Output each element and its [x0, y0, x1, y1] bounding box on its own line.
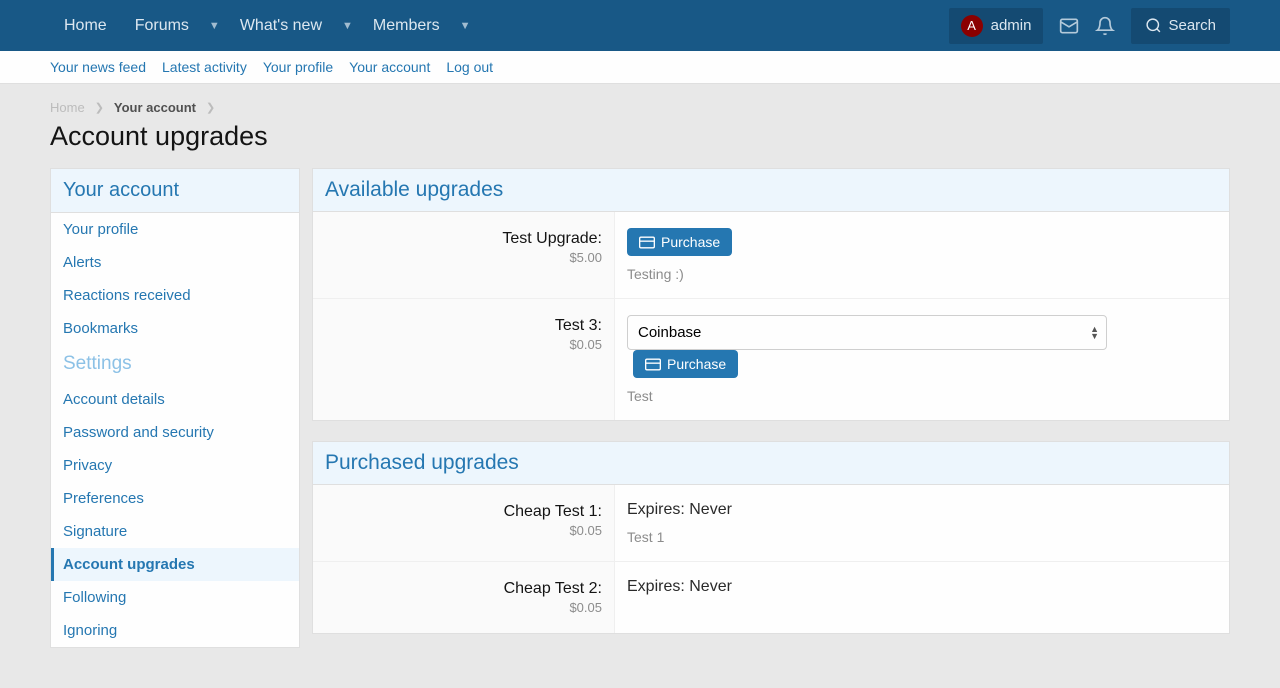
mail-icon[interactable]	[1051, 8, 1087, 44]
crumb-account[interactable]: Your account	[114, 100, 196, 115]
purchased-row: Cheap Test 1: $0.05 Expires: Never Test …	[313, 485, 1229, 562]
side-reactions[interactable]: Reactions received	[51, 279, 299, 312]
subnav-account[interactable]: Your account	[349, 59, 430, 75]
bell-icon[interactable]	[1087, 8, 1123, 44]
side-account-details[interactable]: Account details	[51, 383, 299, 416]
purchase-label: Purchase	[667, 356, 726, 372]
subnav: Your news feed Latest activity Your prof…	[0, 51, 1280, 84]
row-right: Coinbase ▲▼ Purchase Test	[615, 299, 1229, 420]
crumb-home[interactable]: Home	[50, 100, 85, 115]
sidebar-section-settings: Settings	[51, 345, 299, 383]
sidebar-header: Your account	[51, 169, 299, 213]
purchase-button[interactable]: Purchase	[633, 350, 738, 378]
side-signature[interactable]: Signature	[51, 515, 299, 548]
search-icon	[1145, 17, 1162, 34]
purchased-row: Cheap Test 2: $0.05 Expires: Never	[313, 562, 1229, 633]
upgrade-title: Test 3:	[325, 317, 602, 335]
side-following[interactable]: Following	[51, 581, 299, 614]
available-header: Available upgrades	[313, 169, 1229, 212]
upgrade-price: $0.05	[325, 337, 602, 352]
upgrade-row: Test Upgrade: $5.00 Purchase Testing :)	[313, 212, 1229, 299]
expires-text: Expires: Never	[627, 578, 1217, 596]
card-icon	[645, 358, 661, 371]
payment-select-wrap: Coinbase ▲▼	[627, 315, 1107, 350]
side-alerts[interactable]: Alerts	[51, 246, 299, 279]
layout: Your account Your profile Alerts Reactio…	[50, 168, 1230, 648]
side-password[interactable]: Password and security	[51, 416, 299, 449]
side-privacy[interactable]: Privacy	[51, 449, 299, 482]
nav-forums[interactable]: Forums	[121, 0, 203, 51]
card-icon	[639, 236, 655, 249]
row-left: Cheap Test 1: $0.05	[313, 485, 615, 561]
row-left: Test 3: $0.05	[313, 299, 615, 420]
upgrade-title: Test Upgrade:	[325, 230, 602, 248]
purchase-label: Purchase	[661, 234, 720, 250]
chevron-down-icon[interactable]: ▼	[454, 20, 477, 32]
upgrade-row: Test 3: $0.05 Coinbase ▲▼ Purchase	[313, 299, 1229, 420]
chevron-down-icon[interactable]: ▼	[203, 20, 226, 32]
row-left: Test Upgrade: $5.00	[313, 212, 615, 298]
upgrade-price: $5.00	[325, 250, 602, 265]
payment-select[interactable]: Coinbase	[627, 315, 1107, 350]
nav-home[interactable]: Home	[50, 0, 121, 51]
subnav-feed[interactable]: Your news feed	[50, 59, 146, 75]
user-name: admin	[991, 17, 1032, 34]
purchased-title: Cheap Test 1:	[325, 503, 602, 521]
chevron-right-icon: ❯	[95, 101, 104, 114]
side-ignoring[interactable]: Ignoring	[51, 614, 299, 647]
purchased-title: Cheap Test 2:	[325, 580, 602, 598]
search-label: Search	[1168, 17, 1216, 34]
side-account-upgrades[interactable]: Account upgrades	[51, 548, 299, 581]
sidebar: Your account Your profile Alerts Reactio…	[50, 168, 300, 648]
top-nav: Home Forums ▼ What's new ▼ Members ▼ A a…	[0, 0, 1280, 51]
side-your-profile[interactable]: Your profile	[51, 213, 299, 246]
nav-right: A admin Search	[949, 8, 1230, 44]
breadcrumb: Home ❯ Your account ❯	[50, 100, 1230, 115]
upgrade-desc: Testing :)	[627, 266, 1217, 282]
user-menu[interactable]: A admin	[949, 8, 1044, 44]
chevron-down-icon[interactable]: ▼	[336, 20, 359, 32]
avatar: A	[961, 15, 983, 37]
main: Available upgrades Test Upgrade: $5.00 P…	[312, 168, 1230, 634]
side-preferences[interactable]: Preferences	[51, 482, 299, 515]
row-left: Cheap Test 2: $0.05	[313, 562, 615, 633]
purchased-price: $0.05	[325, 523, 602, 538]
expires-text: Expires: Never	[627, 501, 1217, 519]
search-button[interactable]: Search	[1131, 8, 1230, 44]
purchased-desc: Test 1	[627, 529, 1217, 545]
subnav-logout[interactable]: Log out	[446, 59, 493, 75]
subnav-activity[interactable]: Latest activity	[162, 59, 247, 75]
row-right: Purchase Testing :)	[615, 212, 1229, 298]
subnav-profile[interactable]: Your profile	[263, 59, 333, 75]
nav-main: Home Forums ▼ What's new ▼ Members ▼	[50, 0, 949, 51]
purchase-button[interactable]: Purchase	[627, 228, 732, 256]
purchased-header: Purchased upgrades	[313, 442, 1229, 485]
content: Home ❯ Your account ❯ Account upgrades Y…	[0, 84, 1280, 688]
side-bookmarks[interactable]: Bookmarks	[51, 312, 299, 345]
purchased-panel: Purchased upgrades Cheap Test 1: $0.05 E…	[312, 441, 1230, 634]
page-title: Account upgrades	[50, 121, 1230, 152]
upgrade-desc: Test	[627, 388, 1217, 404]
chevron-right-icon: ❯	[206, 101, 215, 114]
available-panel: Available upgrades Test Upgrade: $5.00 P…	[312, 168, 1230, 421]
purchased-price: $0.05	[325, 600, 602, 615]
nav-whatsnew[interactable]: What's new	[226, 0, 336, 51]
row-right: Expires: Never	[615, 562, 1229, 633]
row-right: Expires: Never Test 1	[615, 485, 1229, 561]
nav-members[interactable]: Members	[359, 0, 454, 51]
